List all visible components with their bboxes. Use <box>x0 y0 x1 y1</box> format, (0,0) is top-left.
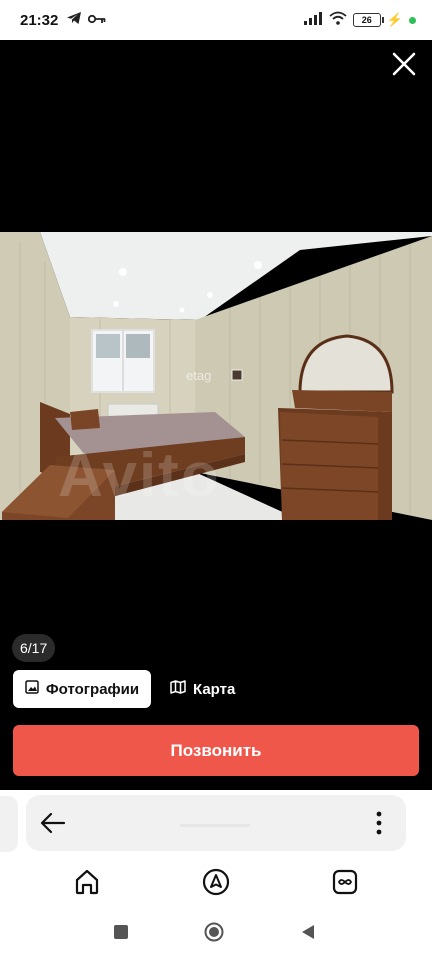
vpn-key-icon <box>88 12 106 29</box>
tab-map-label: Карта <box>193 680 236 698</box>
telegram-icon <box>66 10 82 30</box>
photo-viewer: Avito etag 6/17 Фотографии Карта Позвони… <box>0 40 432 790</box>
system-home-icon[interactable] <box>204 922 224 942</box>
status-bar: 21:32 26 ⚡ <box>0 0 432 40</box>
alice-icon[interactable] <box>202 868 230 896</box>
home-icon[interactable] <box>73 868 101 896</box>
photo-counter: 6/17 <box>12 634 56 662</box>
status-time: 21:32 <box>20 11 59 29</box>
address-bar[interactable] <box>26 795 406 851</box>
address-placeholder-line <box>180 824 250 827</box>
photo-badge: etag <box>186 368 212 383</box>
apartment-photo[interactable]: Avito etag <box>0 232 432 520</box>
dot-icon <box>409 16 416 24</box>
tab-map[interactable]: Карта <box>160 670 245 708</box>
call-button[interactable]: Позвонить <box>13 725 419 776</box>
charging-icon: ⚡ <box>386 12 403 27</box>
back-arrow-icon[interactable] <box>40 812 66 834</box>
battery-level: 26 <box>361 15 372 25</box>
close-icon[interactable] <box>390 50 418 78</box>
signal-icon <box>303 11 323 29</box>
tabs-icon[interactable] <box>331 868 359 896</box>
tab-photos-label: Фотографии <box>45 680 140 698</box>
map-icon <box>170 680 186 698</box>
tab-photos[interactable]: Фотографии <box>13 670 151 708</box>
wifi-icon <box>329 11 347 29</box>
more-vertical-icon[interactable] <box>372 810 386 836</box>
system-back-icon[interactable] <box>298 922 318 942</box>
photo-watermark: Avito <box>58 441 221 510</box>
image-icon <box>25 680 39 698</box>
battery-icon: 26 <box>352 13 384 27</box>
recent-apps-icon[interactable] <box>111 922 131 942</box>
browser-bar <box>0 790 432 960</box>
previous-tab-card[interactable] <box>0 796 18 852</box>
